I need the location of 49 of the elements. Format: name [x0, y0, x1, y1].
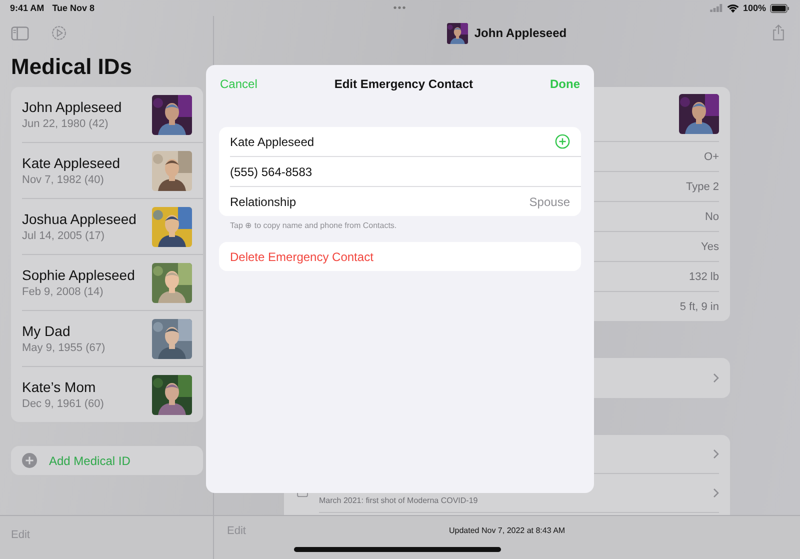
chevron-icon[interactable]: [713, 488, 719, 498]
plus-icon[interactable]: [22, 453, 37, 468]
relationship-value: Spouse: [529, 194, 570, 208]
person-name: John Appleseed: [22, 99, 123, 115]
person-row[interactable]: Kate’s Mom Dec 9, 1961 (60): [22, 367, 203, 422]
phone-field[interactable]: (555) 564-8583: [230, 164, 312, 178]
hint-text: Tap ⊕ to copy name and phone from Contacts.: [230, 221, 398, 230]
detail-value: 132 lb: [689, 270, 719, 282]
person-birthdate: Jun 22, 1980 (42): [22, 118, 110, 130]
person-name: Sophie Appleseed: [22, 267, 136, 283]
person-name: Joshua Appleseed: [22, 211, 138, 227]
name-field[interactable]: Kate Appleseed: [230, 134, 314, 148]
person-birthdate: Feb 9, 2008 (14): [22, 286, 104, 298]
status-time: 9:41 AM: [10, 3, 44, 13]
detail-title: John Appleseed: [474, 26, 567, 40]
person-birthdate: Jul 14, 2005 (17): [22, 230, 106, 242]
person-name: Kate Appleseed: [22, 155, 122, 171]
modal-title: Edit Emergency Contact: [334, 77, 474, 91]
signal-icon: [710, 4, 723, 12]
vaccine-note: March 2021: first shot of Moderna COVID-19: [319, 496, 479, 504]
chevron-icon[interactable]: [713, 449, 719, 459]
detail-value: Yes: [701, 240, 719, 252]
relationship-label: Relationship: [230, 194, 296, 208]
detail-value: Type 2: [686, 180, 719, 192]
add-contact-icon[interactable]: [555, 134, 570, 149]
delete-contact-button[interactable]: Delete Emergency Contact: [219, 242, 581, 271]
detail-value: O+: [704, 150, 719, 162]
person-row[interactable]: Sophie Appleseed Feb 9, 2008 (14): [22, 255, 203, 311]
battery-icon: [770, 4, 790, 12]
person-row[interactable]: My Dad May 9, 1955 (67): [22, 311, 203, 367]
person-row[interactable]: Kate Appleseed Nov 7, 1982 (40): [22, 143, 203, 199]
sidebar-icon[interactable]: [11, 26, 29, 40]
person-birthdate: Nov 7, 1982 (40): [22, 174, 105, 186]
person-row[interactable]: Joshua Appleseed Jul 14, 2005 (17): [22, 199, 203, 255]
status-date: Tue Nov 8: [52, 3, 95, 13]
person-birthdate: May 9, 1955 (67): [22, 342, 106, 354]
updated-label: Updated Nov 7, 2022 at 8:43 AM: [449, 526, 566, 535]
wifi-icon: [726, 4, 739, 12]
detail-value: No: [704, 210, 719, 222]
battery-percent: 100%: [742, 3, 766, 13]
detail-value: 5 ft, 9 in: [680, 300, 719, 312]
person-name: Kate’s Mom: [22, 379, 97, 395]
sidebar-title: Medical IDs: [11, 54, 134, 80]
person-row[interactable]: John Appleseed Jun 22, 1980 (42): [22, 87, 203, 143]
relationship-row[interactable]: Relationship Spouse: [230, 187, 581, 216]
chevron-icon[interactable]: [713, 373, 719, 383]
person-name: My Dad: [22, 323, 72, 339]
share-icon[interactable]: [772, 24, 785, 41]
person-birthdate: Dec 9, 1961 (60): [22, 398, 105, 410]
